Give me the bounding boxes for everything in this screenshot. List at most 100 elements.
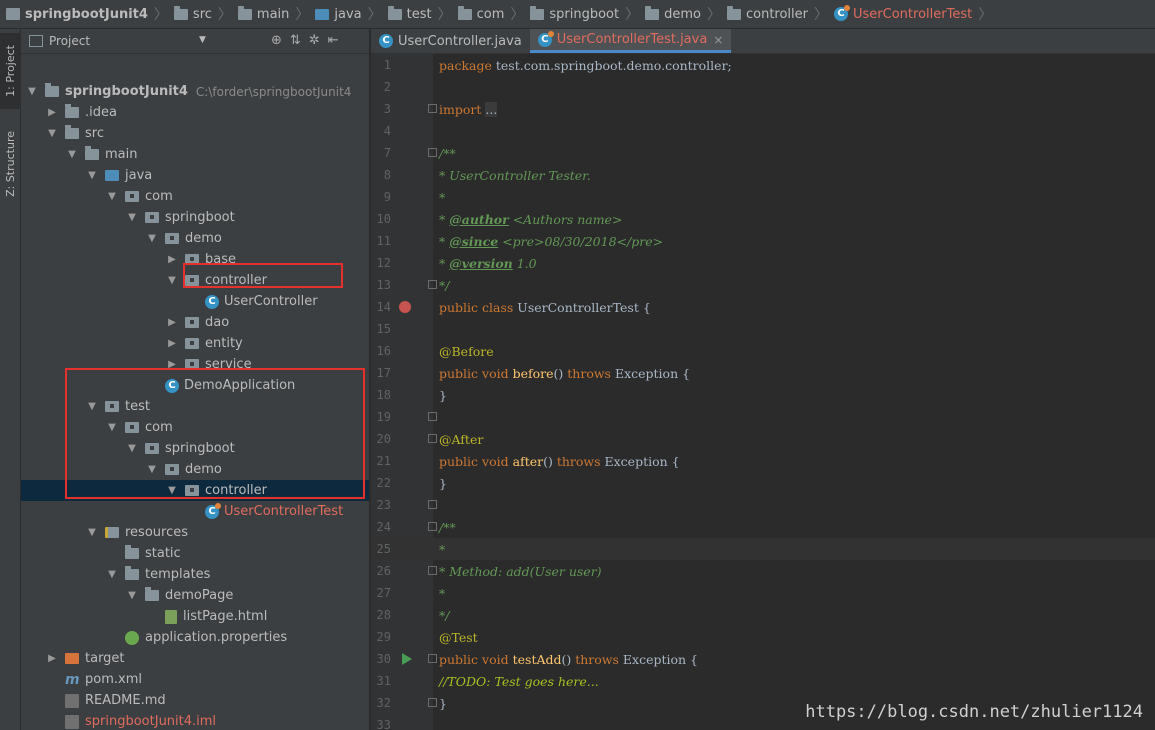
code-line[interactable]: 14 public class UserControllerTest { [371,296,1155,318]
tree-item[interactable]: ▼ controller [21,480,369,501]
tree-item[interactable]: C UserControllerTest [21,501,369,522]
tree-item[interactable]: ▼ java [21,165,369,186]
code-line[interactable]: 19 [371,406,1155,428]
tree-item[interactable]: ▼ com [21,417,369,438]
collapse-all-icon[interactable]: ⇅ [290,33,301,48]
test-error-icon[interactable] [399,301,411,313]
expanded-arrow-icon[interactable]: ▼ [107,422,117,433]
editor-tab[interactable]: C UserControllerTest.java × [529,29,732,53]
code-line[interactable]: 3 import ... [371,98,1155,120]
tree-item[interactable]: ▼ demo [21,228,369,249]
tree-item[interactable]: ▼ test [21,396,369,417]
code-line[interactable]: 27 * [371,582,1155,604]
expanded-arrow-icon[interactable]: ▼ [107,191,117,202]
code-line[interactable]: 10 * @author <Authors name> [371,208,1155,230]
code-line[interactable]: 2 [371,76,1155,98]
code-line[interactable]: 15 [371,318,1155,340]
code-line[interactable]: 31 //TODO: Test goes here... [371,670,1155,692]
tree-item[interactable]: ▼ springbootJunit4 C:\forder\springbootJun… [21,81,369,102]
code-line[interactable]: 4 [371,120,1155,142]
breadcrumb-item[interactable]: src 〉 [173,0,238,29]
collapsed-arrow-icon[interactable]: ▶ [47,653,57,664]
expanded-arrow-icon[interactable]: ▼ [47,128,57,139]
collapsed-arrow-icon[interactable]: ▶ [167,254,177,265]
fold-marker-icon[interactable] [428,698,437,707]
editor-tab[interactable]: C UserController.java [371,29,530,53]
expanded-arrow-icon[interactable]: ▼ [27,86,37,97]
tree-item[interactable]: ▼ controller [21,270,369,291]
fold-marker-icon[interactable] [428,412,437,421]
code-line[interactable]: 7 /** [371,142,1155,164]
collapsed-arrow-icon[interactable]: ▶ [47,107,57,118]
tree-item[interactable]: ▶ service [21,354,369,375]
expanded-arrow-icon[interactable]: ▼ [127,212,137,223]
tree-item[interactable]: ▶ base [21,249,369,270]
breadcrumb-item[interactable]: com 〉 [457,0,531,29]
code-line[interactable]: 29 @Test [371,626,1155,648]
tree-item[interactable]: ▶ .idea [21,102,369,123]
breadcrumb-item[interactable]: test 〉 [387,0,458,29]
code-line[interactable]: 9 * [371,186,1155,208]
fold-marker-icon[interactable] [428,148,437,157]
tree-item[interactable]: static [21,543,369,564]
tree-item[interactable]: m pom.xml [21,669,369,690]
expanded-arrow-icon[interactable]: ▼ [87,527,97,538]
project-view-selector[interactable]: Project [49,34,90,48]
collapsed-arrow-icon[interactable]: ▶ [167,359,177,370]
collapsed-arrow-icon[interactable]: ▶ [167,338,177,349]
code-line[interactable]: 28 */ [371,604,1155,626]
breadcrumb-item[interactable]: main 〉 [237,0,315,29]
expanded-arrow-icon[interactable]: ▼ [167,485,177,496]
tree-item[interactable]: ▼ com [21,186,369,207]
code-line[interactable]: 17 public void before() throws Exception … [371,362,1155,384]
tree-item[interactable]: ▶ target [21,648,369,669]
tree-item[interactable]: ▼ templates [21,564,369,585]
tree-item[interactable]: ▼ src [21,123,369,144]
fold-marker-icon[interactable] [428,566,437,575]
tree-item[interactable]: ▼ main [21,144,369,165]
tree-item[interactable]: README.md [21,690,369,711]
breadcrumb-item[interactable]: java 〉 [315,0,387,29]
tree-item[interactable]: application.properties [21,627,369,648]
code-line[interactable]: 20 @After [371,428,1155,450]
close-icon[interactable]: × [713,33,723,47]
tree-item[interactable]: listPage.html [21,606,369,627]
tree-item[interactable]: ▼ resources [21,522,369,543]
expanded-arrow-icon[interactable]: ▼ [107,569,117,580]
tree-item[interactable]: ▼ springboot [21,438,369,459]
fold-marker-icon[interactable] [428,434,437,443]
expanded-arrow-icon[interactable]: ▼ [147,233,157,244]
fold-marker-icon[interactable] [428,522,437,531]
breadcrumb-item[interactable]: springbootJunit4 〉 [6,0,174,29]
expanded-arrow-icon[interactable]: ▼ [167,275,177,286]
code-line[interactable]: 22} [371,472,1155,494]
fold-marker-icon[interactable] [428,654,437,663]
locate-icon[interactable]: ⊕ [271,33,282,48]
code-line[interactable]: 23 [371,494,1155,516]
collapsed-arrow-icon[interactable]: ▶ [167,317,177,328]
code-line[interactable]: 11 * @since <pre>08/30/2018</pre> [371,230,1155,252]
code-line[interactable]: 13 */ [371,274,1155,296]
tree-item[interactable]: ▼ demoPage [21,585,369,606]
expanded-arrow-icon[interactable]: ▼ [87,401,97,412]
expanded-arrow-icon[interactable]: ▼ [127,443,137,454]
gear-icon[interactable]: ✲ [309,33,320,48]
tree-item[interactable]: C UserController [21,291,369,312]
code-line[interactable]: 12 * @version 1.0 [371,252,1155,274]
code-line[interactable]: 26 * Method: add(User user) [371,560,1155,582]
tree-item[interactable]: ▼ demo [21,459,369,480]
expanded-arrow-icon[interactable]: ▼ [87,170,97,181]
structure-tool-tab[interactable]: Z: Structure [0,119,21,209]
dropdown-arrow-icon[interactable]: ▼ [199,35,206,45]
breadcrumb-item[interactable]: C UserControllerTest 〉 [834,0,998,29]
fold-marker-icon[interactable] [428,500,437,509]
code-line[interactable]: 25 * [371,538,1155,560]
fold-marker-icon[interactable] [428,280,437,289]
code-line[interactable]: 24 /** [371,516,1155,538]
code-line[interactable]: 21 public void after() throws Exception { [371,450,1155,472]
project-tool-tab[interactable]: 1: Project [0,33,21,109]
tree-item[interactable]: ▼ springboot [21,207,369,228]
breadcrumb-item[interactable]: controller 〉 [726,0,834,29]
code-line[interactable]: 1 package test.com.springboot.demo.contro… [371,54,1155,76]
run-test-icon[interactable] [402,653,412,665]
